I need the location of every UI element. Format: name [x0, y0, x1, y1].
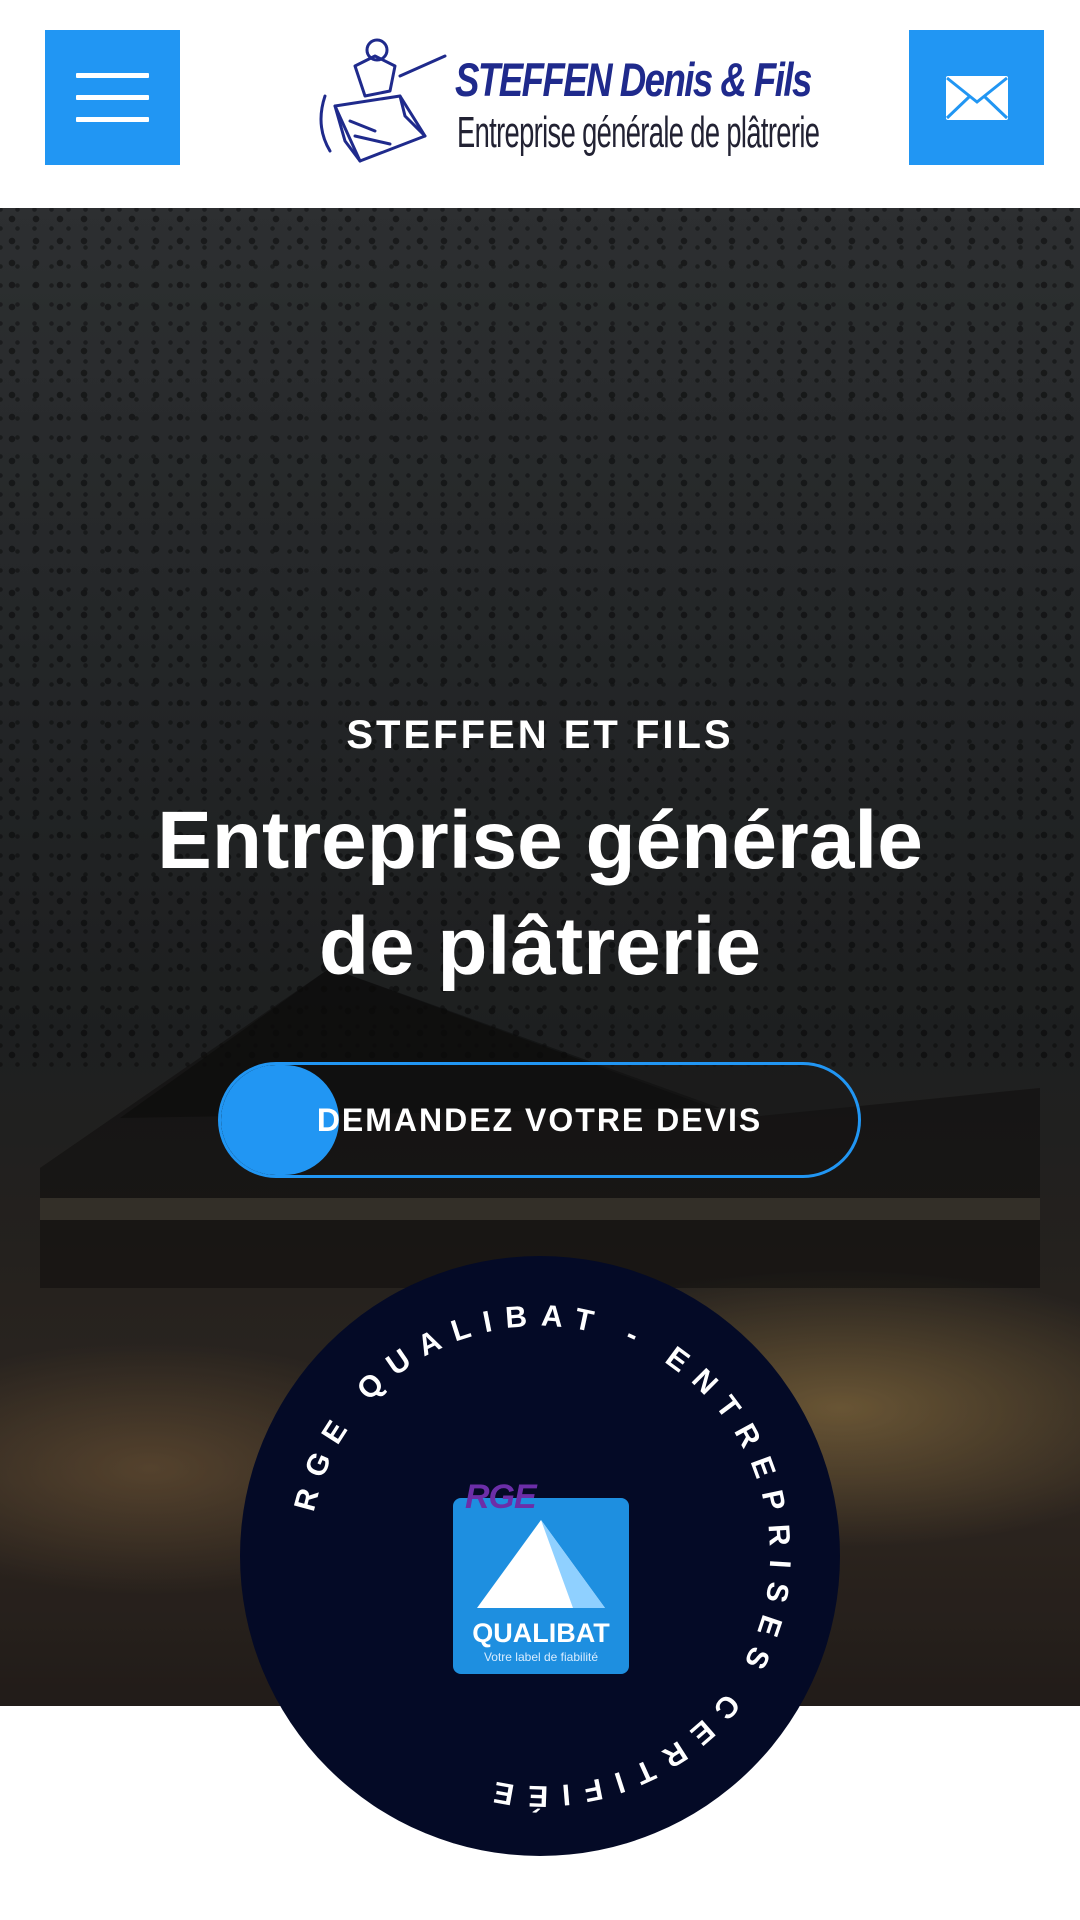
hero-headline-line2: de plâtrerie [318, 901, 762, 992]
hero-headline: Entreprise générale de plâtrerie [60, 788, 1020, 1000]
rge-tag: RGE [465, 1478, 537, 1516]
plasterer-illustration [319, 38, 447, 163]
qualibat-logo: RGE QUALIBAT Votre label de fiabilité [453, 1478, 629, 1674]
envelope-icon [945, 75, 1008, 120]
rge-qualibat-badge: RGE QUALIBAT - ENTREPRISES CERTIFIÉE RGE… [240, 1256, 840, 1856]
logo-subtitle: Entreprise générale de plâtrerie [457, 108, 820, 157]
pyramid-icon [477, 1520, 605, 1608]
menu-button[interactable] [45, 30, 180, 165]
qualibat-slogan: Votre label de fiabilité [483, 1650, 599, 1664]
logo-title: STEFFEN Denis & Fils [455, 53, 812, 106]
contact-mail-button[interactable] [909, 30, 1044, 165]
hero-headline-line1: Entreprise générale [157, 795, 923, 886]
company-logo[interactable]: STEFFEN Denis & Fils Entreprise générale… [305, 36, 820, 176]
cta-label: DEMANDEZ VOTRE DEVIS [316, 1101, 763, 1138]
site-header: STEFFEN Denis & Fils Entreprise générale… [0, 0, 1080, 208]
qualibat-name: QUALIBAT [472, 1618, 610, 1648]
hero-eyebrow: STEFFEN ET FILS [346, 713, 734, 757]
hamburger-icon [76, 73, 149, 122]
request-quote-button[interactable]: DEMANDEZ VOTRE DEVIS [218, 1062, 861, 1178]
